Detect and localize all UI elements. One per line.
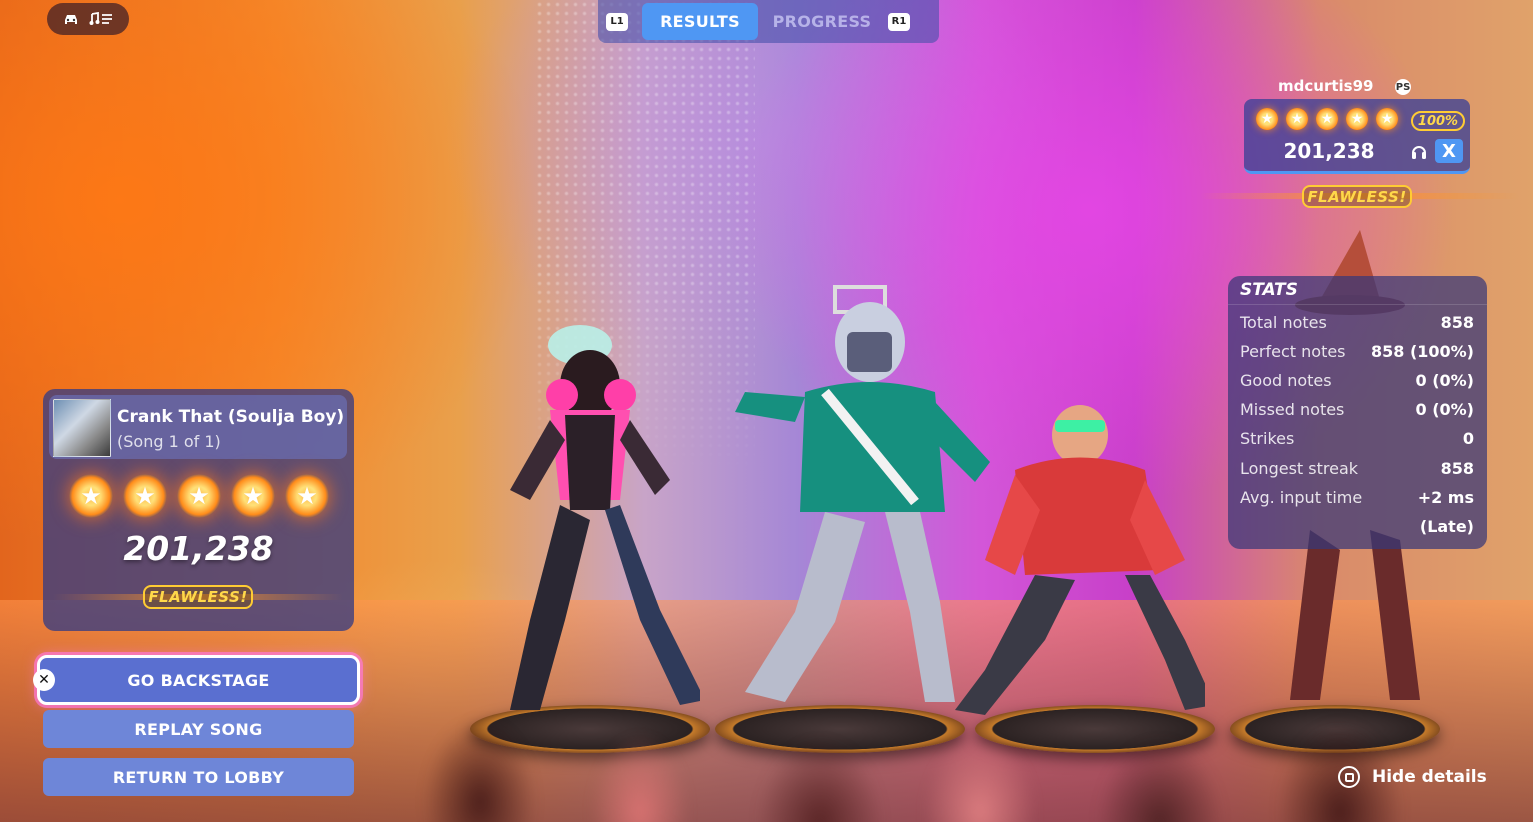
car-icon	[65, 15, 77, 24]
crowd-silhouettes	[380, 642, 1480, 822]
return-to-lobby-button[interactable]: RETURN TO LOBBY	[43, 758, 354, 796]
results-tab-bar: L1 RESULTS PROGRESS R1	[598, 0, 939, 43]
stat-row: Perfect notes 858 (100%)	[1240, 339, 1474, 363]
flawless-badge: FLAWLESS!	[143, 585, 253, 609]
stat-value: 0	[1462, 428, 1474, 448]
stat-label: Strikes	[1240, 428, 1295, 448]
star-icon: ★	[231, 474, 275, 518]
player-star-rating: ★ ★ ★ ★ ★	[1256, 108, 1398, 130]
replay-song-button[interactable]: REPLAY SONG	[43, 710, 354, 748]
stat-label: Perfect notes	[1240, 341, 1346, 361]
star-icon: ★	[285, 474, 329, 518]
headset-icon	[1412, 146, 1426, 159]
square-button-icon	[1338, 766, 1360, 788]
stat-value: (Late)	[1419, 516, 1474, 536]
party-status-pill[interactable]	[47, 3, 129, 35]
stat-value: 858	[1440, 312, 1474, 332]
player-score-card: ★ ★ ★ ★ ★ 100% 201,238 X	[1244, 99, 1470, 174]
stats-title: STATS	[1240, 280, 1298, 300]
accuracy-badge: 100%	[1411, 111, 1465, 131]
star-icon: ★	[177, 474, 221, 518]
stat-row: Missed notes 0 (0%)	[1240, 397, 1474, 421]
hide-details-button[interactable]: Hide details	[1338, 766, 1487, 788]
song-score: 201,238	[123, 529, 274, 568]
stat-label: Good notes	[1240, 370, 1332, 390]
tab-progress[interactable]: PROGRESS	[764, 3, 880, 40]
divider	[1228, 304, 1487, 305]
stat-value: +2 ms	[1417, 487, 1474, 507]
cross-button-icon: ✕	[33, 669, 55, 691]
stat-row: Good notes 0 (0%)	[1240, 368, 1474, 392]
stat-row: Strikes 0	[1240, 426, 1474, 450]
hide-details-label: Hide details	[1372, 767, 1487, 787]
star-icon: ★	[1286, 108, 1308, 130]
stat-value: 858	[1440, 458, 1474, 478]
song-result-card: Crank That (Soulja Boy) (Song 1 of 1) ★ …	[43, 389, 354, 631]
album-art	[53, 399, 111, 457]
stat-label: Longest streak	[1240, 458, 1359, 478]
stat-value: 858 (100%)	[1370, 341, 1474, 361]
player-score: 201,238	[1283, 139, 1375, 163]
player-username: mdcurtis99	[1278, 77, 1374, 95]
instrument-key-badge: X	[1435, 139, 1463, 163]
star-icon: ★	[69, 474, 113, 518]
song-header: Crank That (Soulja Boy) (Song 1 of 1)	[49, 395, 347, 459]
star-rating: ★ ★ ★ ★ ★	[69, 474, 329, 518]
stat-label: Avg. input time	[1240, 487, 1363, 507]
star-icon: ★	[1316, 108, 1338, 130]
r1-bumper-hint[interactable]: R1	[888, 12, 910, 31]
tab-results[interactable]: RESULTS	[642, 3, 758, 40]
stat-label: Missed notes	[1240, 399, 1345, 419]
stat-value: 0 (0%)	[1415, 370, 1475, 390]
stat-row: Longest streak 858	[1240, 456, 1474, 480]
playstation-icon: PS	[1395, 79, 1411, 95]
go-backstage-button[interactable]: GO BACKSTAGE	[37, 655, 360, 705]
star-icon: ★	[1256, 108, 1278, 130]
stats-panel: STATS Total notes 858 Perfect notes 858 …	[1228, 276, 1487, 549]
stat-row: Avg. input time +2 ms	[1240, 485, 1474, 509]
stat-label: Total notes	[1240, 312, 1327, 332]
stat-row: Total notes 858	[1240, 310, 1474, 334]
song-position: (Song 1 of 1)	[117, 432, 221, 451]
star-icon: ★	[1346, 108, 1368, 130]
stat-value: 0 (0%)	[1415, 399, 1475, 419]
star-icon: ★	[1376, 108, 1398, 130]
song-title: Crank That (Soulja Boy)	[117, 407, 345, 427]
l1-bumper-hint[interactable]: L1	[606, 12, 628, 31]
stat-row: (Late)	[1240, 514, 1474, 538]
flawless-badge: FLAWLESS!	[1302, 185, 1412, 208]
star-icon: ★	[123, 474, 167, 518]
music-list-icon	[89, 12, 112, 25]
